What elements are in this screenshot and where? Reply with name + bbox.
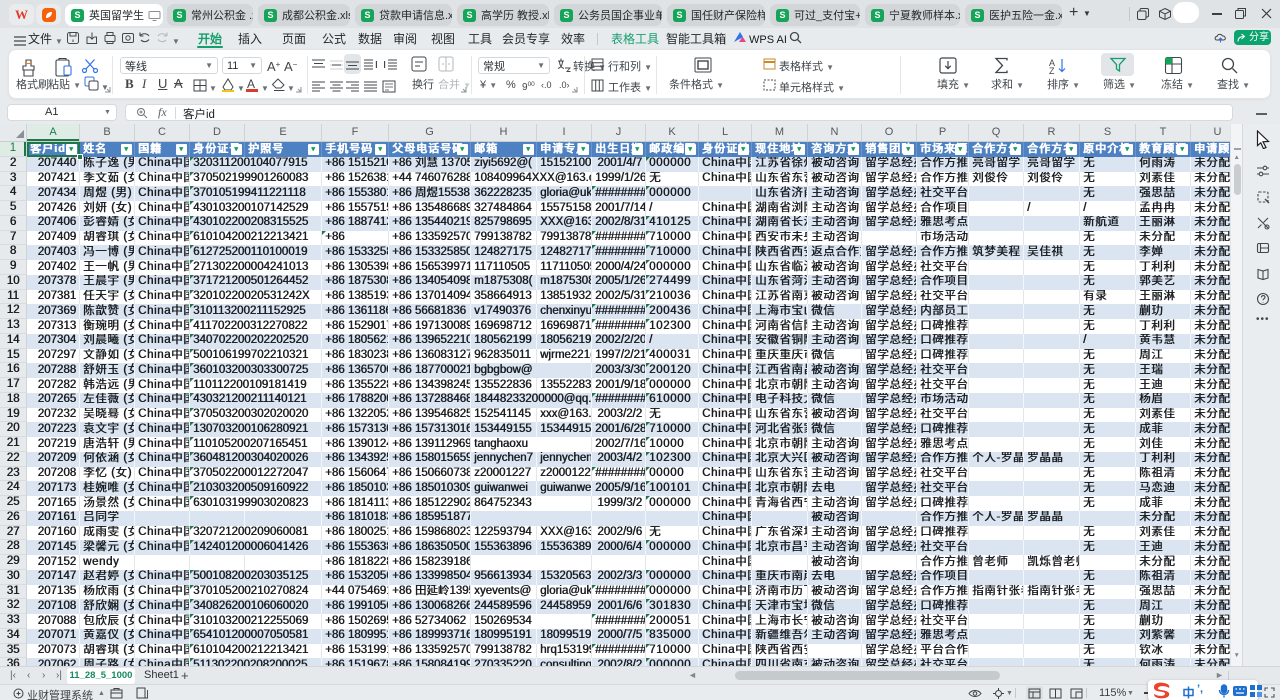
- svg-text:Z: Z: [1049, 66, 1055, 75]
